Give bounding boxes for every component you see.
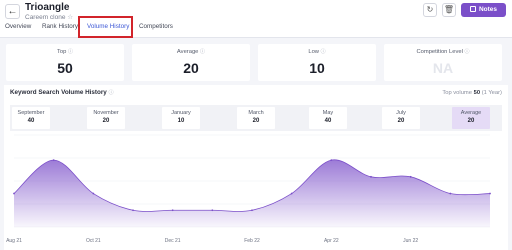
data-point[interactable]: [290, 192, 293, 195]
x-tick-label: Jun 22: [403, 238, 418, 244]
data-point[interactable]: [132, 209, 134, 212]
trash-icon: 🗑: [443, 5, 455, 14]
x-tick-label: Apr 22: [324, 238, 339, 244]
stat-value: 20: [183, 60, 199, 76]
arrow-left-icon: ←: [7, 6, 18, 17]
tab-overview[interactable]: Overview: [5, 23, 31, 30]
x-tick-label: Aug 21: [6, 238, 22, 244]
info-icon[interactable]: ⓘ: [465, 49, 470, 55]
stat-value: NA: [432, 60, 454, 76]
data-point[interactable]: [449, 192, 452, 195]
tab-rank-history[interactable]: Rank History: [42, 23, 78, 30]
volume-history-panel: Keyword Search Volume History ⓘ Top volu…: [4, 85, 508, 250]
stat-label: Competition Level: [416, 49, 463, 55]
data-point[interactable]: [409, 175, 412, 178]
volume-chart: Aug 21 Oct 21 Dec 21 Feb 22 Apr 22 Jun 22: [6, 134, 491, 244]
info-icon[interactable]: ⓘ: [321, 49, 326, 55]
refresh-icon: ↻: [426, 5, 434, 14]
data-point[interactable]: [370, 175, 372, 178]
notes-label: Notes: [478, 6, 498, 13]
volume-area: [14, 159, 490, 227]
x-tick-label: Dec 21: [165, 238, 181, 244]
stat-value: 50: [57, 60, 73, 76]
stat-card-competition-level: Competition Level ⓘ NA: [384, 44, 502, 81]
back-button[interactable]: ←: [5, 4, 20, 19]
stat-label: Top: [57, 49, 67, 55]
data-point[interactable]: [171, 209, 174, 212]
notes-icon: [469, 6, 476, 12]
tab-bar: Overview Rank History Volume History Com…: [0, 20, 512, 38]
data-point[interactable]: [92, 192, 95, 195]
data-point[interactable]: [13, 192, 15, 195]
highlight-box: [78, 16, 133, 38]
stat-label: Low: [308, 49, 319, 55]
data-point[interactable]: [251, 209, 253, 212]
data-point[interactable]: [52, 159, 55, 161]
x-tick-label: Feb 22: [244, 238, 260, 244]
stat-label: Average: [176, 49, 199, 55]
tab-competitors[interactable]: Competitors: [139, 23, 173, 30]
stat-card-average: Average ⓘ 20: [132, 44, 250, 81]
info-icon[interactable]: ⓘ: [68, 49, 73, 55]
data-point[interactable]: [489, 192, 491, 195]
data-point[interactable]: [211, 209, 214, 212]
stat-value: 10: [309, 60, 325, 76]
x-tick-label: Oct 21: [86, 238, 101, 244]
refresh-button[interactable]: ↻: [423, 3, 437, 17]
stat-card-top: Top ⓘ 50: [6, 44, 124, 81]
stat-card-low: Low ⓘ 10: [258, 44, 376, 81]
notes-button[interactable]: Notes: [461, 3, 506, 17]
data-point[interactable]: [330, 159, 333, 161]
page-title: Trioangle: [25, 2, 70, 13]
delete-button[interactable]: 🗑: [442, 3, 456, 17]
info-icon[interactable]: ⓘ: [200, 49, 205, 55]
